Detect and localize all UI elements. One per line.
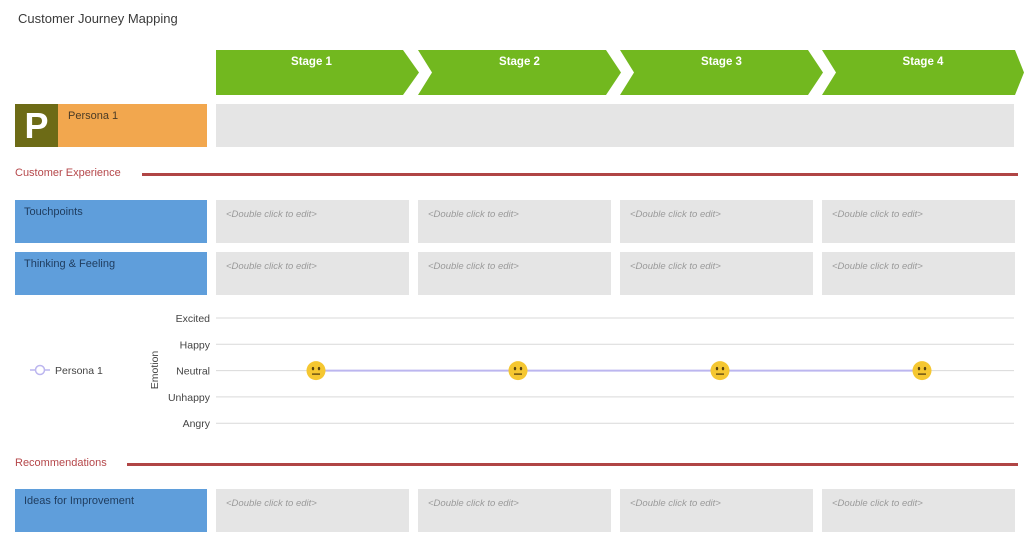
row-label-thinking-feeling[interactable]: Thinking & Feeling	[15, 252, 207, 295]
y-tick-label: Unhappy	[168, 392, 211, 404]
neutral-face-icon[interactable]	[306, 361, 326, 381]
neutral-face-icon[interactable]	[912, 361, 932, 381]
stage-3-chevron[interactable]: Stage 3	[620, 50, 823, 95]
touchpoints-cell[interactable]: <Double click to edit>	[216, 200, 409, 243]
stage-label: Stage 4	[902, 56, 944, 68]
ideas-cell[interactable]: <Double click to edit>	[216, 489, 409, 532]
stage-label: Stage 1	[291, 56, 332, 68]
y-axis-title: Emotion	[149, 351, 161, 390]
section-customer-experience: Customer Experience	[15, 167, 1018, 181]
neutral-face-icon[interactable]	[710, 361, 730, 381]
touchpoints-cell[interactable]: <Double click to edit>	[418, 200, 611, 243]
row-label-ideas-for-improvement[interactable]: Ideas for Improvement	[15, 489, 207, 532]
touchpoints-cell[interactable]: <Double click to edit>	[822, 200, 1015, 243]
y-tick-label: Neutral	[176, 366, 210, 378]
stage-2-chevron[interactable]: Stage 2	[418, 50, 621, 95]
thinking-feeling-cell[interactable]: <Double click to edit>	[216, 252, 409, 295]
y-tick-label: Happy	[180, 339, 211, 351]
stage-label: Stage 3	[701, 56, 742, 68]
persona-card[interactable]: P Persona 1	[15, 104, 207, 147]
stage-4-chevron[interactable]: Stage 4	[822, 50, 1024, 95]
legend-marker-icon	[34, 364, 46, 376]
section-divider	[127, 463, 1018, 466]
y-tick-label: Excited	[176, 313, 211, 325]
y-tick-label: Angry	[183, 418, 211, 430]
stage-1-chevron[interactable]: Stage 1	[216, 50, 419, 95]
section-label: Customer Experience	[15, 167, 121, 179]
stage-label: Stage 2	[499, 56, 540, 68]
thinking-feeling-cell[interactable]: <Double click to edit>	[620, 252, 813, 295]
persona-avatar: P	[15, 104, 58, 147]
page-title: Customer Journey Mapping	[18, 11, 178, 26]
touchpoints-cell[interactable]: <Double click to edit>	[620, 200, 813, 243]
section-label: Recommendations	[15, 457, 107, 469]
section-recommendations: Recommendations	[15, 457, 1018, 471]
section-divider	[142, 173, 1018, 176]
ideas-cell[interactable]: <Double click to edit>	[418, 489, 611, 532]
persona-name: Persona 1	[68, 110, 119, 122]
ideas-cell[interactable]: <Double click to edit>	[822, 489, 1015, 532]
emotion-chart: Excited Happy Neutral Unhappy Angry Persona …	[30, 313, 1014, 430]
persona-lane[interactable]	[216, 104, 1014, 147]
row-label-touchpoints[interactable]: Touchpoints	[15, 200, 207, 243]
thinking-feeling-cell[interactable]: <Double click to edit>	[822, 252, 1015, 295]
ideas-cell[interactable]: <Double click to edit>	[620, 489, 813, 532]
thinking-feeling-cell[interactable]: <Double click to edit>	[418, 252, 611, 295]
legend-label[interactable]: Persona 1	[55, 365, 103, 377]
neutral-face-icon[interactable]	[508, 361, 528, 381]
